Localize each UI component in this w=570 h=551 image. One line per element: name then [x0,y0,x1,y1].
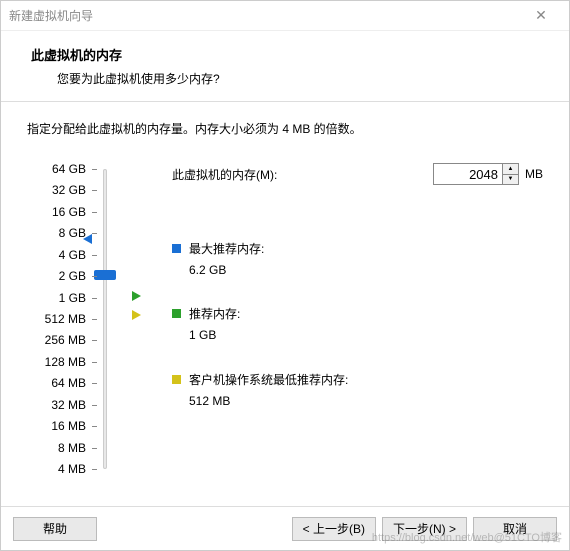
tick-mark [92,405,97,406]
wizard-window: 新建虚拟机向导 ✕ 此虚拟机的内存 您要为此虚拟机使用多少内存? 指定分配给此虚… [0,0,570,551]
tick-mark [92,448,97,449]
tick-mark [92,169,97,170]
memory-input[interactable] [434,164,502,184]
memory-slider[interactable]: 64 GB 32 GB 16 GB 8 GB 4 GB 2 GB 1 GB 512 MB 256… [27,163,132,483]
memory-label: 此虚拟机的内存(M): [172,166,433,183]
memory-spinner[interactable]: ▲ ▼ [433,163,519,185]
wizard-header: 此虚拟机的内存 您要为此虚拟机使用多少内存? [1,31,569,102]
back-button[interactable]: < 上一步(B) [292,517,376,541]
tick-mark [92,340,97,341]
rec-marker-icon [132,291,141,301]
titlebar: 新建虚拟机向导 ✕ [1,1,569,31]
recommend-value: 1 GB [189,328,240,342]
memory-unit: MB [525,167,543,181]
blue-square-icon [172,244,181,253]
tick-mark [92,319,97,320]
close-icon[interactable]: ✕ [521,7,561,24]
page-title: 此虚拟机的内存 [31,45,539,64]
recommend: 推荐内存: 1 GB [172,305,240,342]
min-recommend: 客户机操作系统最低推荐内存: 512 MB [172,371,348,408]
window-title: 新建虚拟机向导 [9,7,521,24]
slider-thumb[interactable] [94,270,116,280]
tick-mark [92,362,97,363]
tick-label: 512 MB [45,312,86,326]
tick-label: 8 MB [58,441,86,455]
tick-label: 16 GB [52,205,86,219]
tick-mark [92,212,97,213]
tick-label: 64 GB [52,162,86,176]
min-marker-icon [132,310,141,320]
tick-label: 16 MB [51,419,86,433]
tick-mark [92,190,97,191]
content-area: 指定分配给此虚拟机的内存量。内存大小必须为 4 MB 的倍数。 64 GB 32 … [1,102,569,506]
help-button[interactable]: 帮助 [13,517,97,541]
tick-label: 32 MB [51,398,86,412]
cancel-button[interactable]: 取消 [473,517,557,541]
tick-mark [92,276,97,277]
tick-label: 4 MB [58,462,86,476]
next-button[interactable]: 下一步(N) > [382,517,467,541]
tick-label: 128 MB [45,355,86,369]
tick-mark [92,233,97,234]
green-square-icon [172,309,181,318]
tick-label: 32 GB [52,183,86,197]
tick-label: 1 GB [59,291,86,305]
tick-label: 2 GB [59,269,86,283]
yellow-square-icon [172,375,181,384]
tick-label: 8 GB [59,226,86,240]
page-subtitle: 您要为此虚拟机使用多少内存? [31,70,539,87]
tick-label: 64 MB [51,376,86,390]
tick-label: 256 MB [45,333,86,347]
tick-mark [92,426,97,427]
tick-label: 4 GB [59,248,86,262]
tick-mark [92,255,97,256]
max-recommend: 最大推荐内存: 6.2 GB [172,240,264,277]
tick-mark [92,383,97,384]
instruction-text: 指定分配给此虚拟机的内存量。内存大小必须为 4 MB 的倍数。 [27,120,543,137]
info-area: 此虚拟机的内存(M): ▲ ▼ MB 最大推荐内存: 6.2 GB [132,163,543,207]
spin-down-icon[interactable]: ▼ [503,175,518,185]
slider-track [103,169,107,469]
tick-mark [92,469,97,470]
min-recommend-value: 512 MB [189,394,348,408]
tick-mark [92,298,97,299]
footer: 帮助 < 上一步(B) 下一步(N) > 取消 [1,506,569,550]
max-recommend-value: 6.2 GB [189,263,264,277]
spin-up-icon[interactable]: ▲ [503,164,518,175]
